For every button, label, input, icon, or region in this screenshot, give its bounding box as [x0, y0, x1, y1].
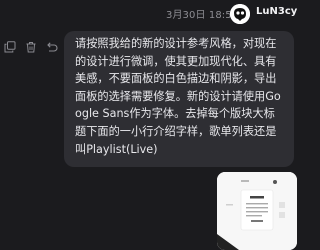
message-text: 请按照我给的新的设计参考风格，对现在的设计进行微调，使其更加现代化、具有美感，不… [75, 37, 281, 156]
copy-icon[interactable] [4, 38, 16, 53]
trash-icon[interactable] [25, 38, 37, 53]
message-actions [4, 38, 58, 53]
message-bubble: 请按照我给的新的设计参考风格，对现在的设计进行微调，使其更加现代化、具有美感，不… [64, 31, 294, 167]
message-timestamp: 3月30日 18:51 [166, 10, 239, 21]
avatar-icon [230, 4, 250, 24]
screenshot-thumbnail-icon [217, 172, 297, 250]
attachment-thumbnail[interactable] [217, 172, 297, 250]
undo-icon[interactable] [46, 38, 58, 52]
avatar[interactable] [230, 4, 250, 24]
username[interactable]: LuN3cy [256, 6, 297, 17]
